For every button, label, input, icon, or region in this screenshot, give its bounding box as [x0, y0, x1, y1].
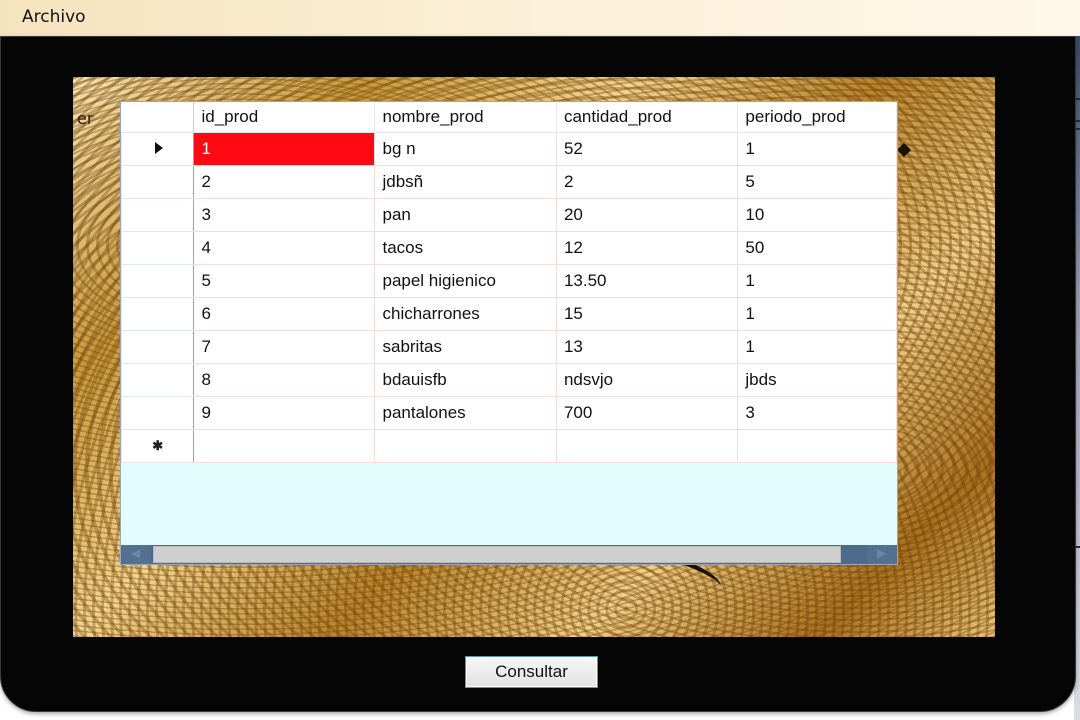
table-cell[interactable]	[555, 429, 739, 463]
consultar-button[interactable]: Consultar	[465, 656, 598, 688]
column-header-cantidad-prod[interactable]: cantidad_prod	[556, 102, 739, 133]
table-cell[interactable]: 1	[193, 132, 376, 166]
table-cell[interactable]: pan	[374, 198, 557, 232]
table-cell[interactable]: sabritas	[374, 330, 557, 364]
scroll-right-button[interactable]: ▶	[867, 545, 897, 564]
scroll-right-arrow-icon: ▶	[877, 546, 887, 560]
row-header[interactable]	[121, 165, 195, 199]
table-cell[interactable]: 10	[737, 198, 897, 232]
row-header[interactable]	[121, 363, 195, 397]
table-cell[interactable]: 2	[555, 165, 739, 199]
table-cell[interactable]: 4	[193, 231, 376, 265]
menu-bar: Archivo	[0, 0, 1080, 39]
table-row[interactable]: 5 papel higienico 13.50 1	[121, 264, 897, 298]
table-cell[interactable]: 9	[193, 396, 376, 430]
table-cell[interactable]: 50	[737, 231, 897, 265]
table-row[interactable]: 3 pan 20 10	[121, 198, 897, 232]
menu-archivo[interactable]: Archivo	[22, 7, 86, 27]
row-header[interactable]: ✱	[121, 429, 195, 463]
grid-corner-cell[interactable]	[121, 102, 195, 133]
wood-mark	[896, 142, 912, 158]
row-header[interactable]	[121, 132, 195, 166]
table-cell[interactable]: papel higienico	[374, 264, 557, 298]
table-cell[interactable]: jbds	[737, 363, 897, 397]
row-header[interactable]	[121, 231, 195, 265]
table-cell[interactable]: 5	[193, 264, 376, 298]
table-cell[interactable]: tacos	[374, 231, 557, 265]
row-header[interactable]	[121, 264, 195, 298]
table-cell[interactable]	[737, 429, 897, 463]
row-header[interactable]	[121, 330, 195, 364]
table-cell[interactable]: chicharrones	[374, 297, 557, 331]
table-cell[interactable]: 1	[737, 330, 897, 364]
table-cell[interactable]: 1	[737, 132, 897, 166]
table-cell[interactable]	[193, 429, 376, 463]
new-row-asterisk-icon: ✱	[152, 438, 164, 453]
column-header-nombre-prod[interactable]: nombre_prod	[374, 102, 557, 133]
products-data-grid[interactable]: id_prod nombre_prod cantidad_prod period…	[120, 101, 898, 565]
scroll-left-arrow-icon: ◀	[131, 546, 141, 560]
table-cell[interactable]: 8	[193, 363, 376, 397]
table-cell[interactable]: 1	[737, 264, 897, 298]
grid-header-row: id_prod nombre_prod cantidad_prod period…	[121, 102, 897, 133]
table-cell[interactable]: 12	[555, 231, 739, 265]
table-cell[interactable]: 52	[555, 132, 739, 166]
table-cell[interactable]: 3	[193, 198, 376, 232]
background-partial-text: er	[77, 109, 94, 128]
table-cell[interactable]: 15	[555, 297, 739, 331]
table-cell[interactable]: bdauisfb	[374, 363, 557, 397]
table-cell[interactable]: 6	[193, 297, 376, 331]
row-header[interactable]	[121, 297, 195, 331]
scrollbar-thumb[interactable]	[153, 546, 841, 563]
table-cell[interactable]: ndsvjo	[555, 363, 739, 397]
table-row[interactable]: 7 sabritas 13 1	[121, 330, 897, 364]
table-cell[interactable]: 3	[737, 396, 897, 430]
table-row[interactable]: 4 tacos 12 50	[121, 231, 897, 265]
table-row[interactable]: 6 chicharrones 15 1	[121, 297, 897, 331]
table-cell[interactable]: 1	[737, 297, 897, 331]
table-cell[interactable]: 5	[737, 165, 897, 199]
scroll-left-button[interactable]: ◀	[121, 545, 151, 564]
table-cell[interactable]: pantalones	[374, 396, 557, 430]
table-cell[interactable]: jdbsñ	[374, 165, 557, 199]
table-row[interactable]: 1 bg n 52 1	[121, 132, 897, 166]
horizontal-scrollbar[interactable]: ◀ ▶	[121, 545, 897, 564]
table-cell[interactable]	[374, 429, 557, 463]
column-header-periodo-prod[interactable]: periodo_prod	[737, 102, 897, 133]
table-cell[interactable]: bg n	[374, 132, 557, 166]
table-cell[interactable]: 13.50	[555, 264, 739, 298]
table-cell[interactable]: 700	[555, 396, 739, 430]
table-row[interactable]: 8 bdauisfb ndsvjo jbds	[121, 363, 897, 397]
new-row[interactable]: ✱	[121, 429, 897, 463]
column-header-id-prod[interactable]: id_prod	[193, 102, 376, 133]
table-row[interactable]: 2 jdbsñ 2 5	[121, 165, 897, 199]
table-row[interactable]: 9 pantalones 700 3	[121, 396, 897, 430]
table-cell[interactable]: 20	[555, 198, 739, 232]
table-cell[interactable]: 13	[555, 330, 739, 364]
table-cell[interactable]: 7	[193, 330, 376, 364]
row-header[interactable]	[121, 198, 195, 232]
table-cell[interactable]: 2	[193, 165, 376, 199]
row-pointer-arrow-icon	[154, 141, 163, 154]
row-header[interactable]	[121, 396, 195, 430]
